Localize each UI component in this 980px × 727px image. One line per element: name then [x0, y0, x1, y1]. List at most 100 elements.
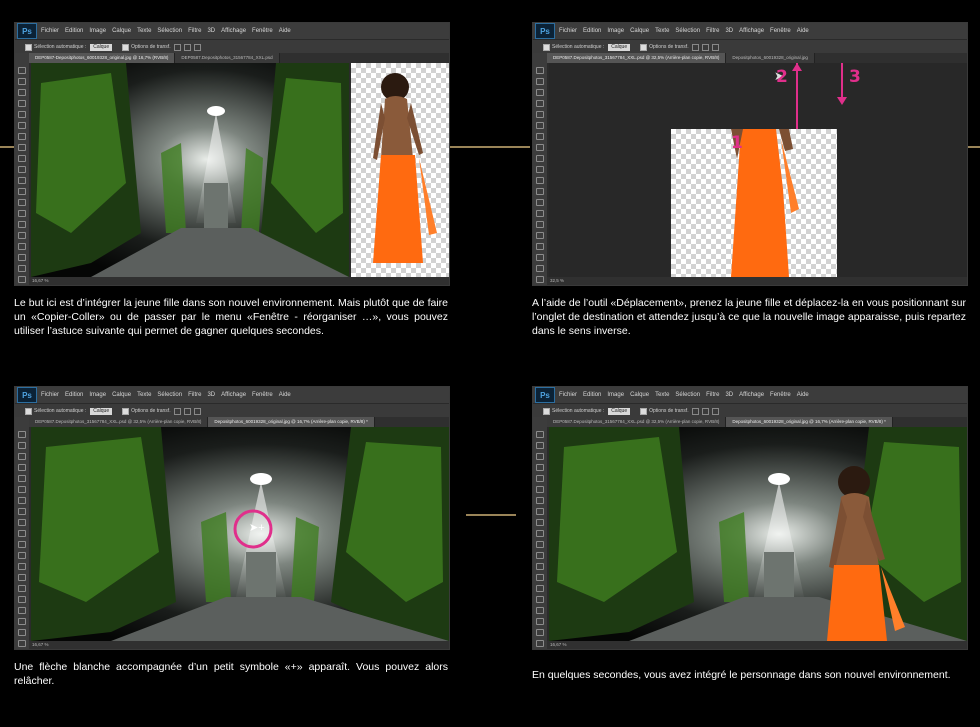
eraser-tool-icon[interactable] [536, 177, 544, 184]
menu-calque[interactable]: Calque [112, 28, 131, 34]
layer-select[interactable]: Calque [608, 407, 631, 415]
menu-affichage[interactable]: Affichage [739, 28, 764, 34]
document-tab[interactable]: DEP0587-Depositphotos_60019328_original.… [29, 53, 176, 63]
menu-fenetre[interactable]: Fenêtre [770, 392, 791, 398]
zoom-tool-icon[interactable] [18, 276, 26, 283]
menu-affichage[interactable]: Affichage [221, 28, 246, 34]
layer-select[interactable]: Calque [90, 407, 113, 415]
document-tab[interactable]: DEP0587.Depositphotos_31567784_XXL.psd @… [547, 417, 727, 427]
dodge-tool-icon[interactable] [18, 210, 26, 217]
menu-selection[interactable]: Sélection [675, 28, 700, 34]
healing-tool-icon[interactable] [536, 133, 544, 140]
menu-calque[interactable]: Calque [630, 392, 649, 398]
layer-select[interactable]: Calque [90, 43, 113, 51]
lasso-tool-icon[interactable] [18, 453, 26, 460]
menu-filtre[interactable]: Filtre [706, 392, 719, 398]
hand-tool-icon[interactable] [536, 629, 544, 636]
menu-fichier[interactable]: Fichier [41, 28, 59, 34]
crop-tool-icon[interactable] [536, 475, 544, 482]
lasso-tool-icon[interactable] [536, 453, 544, 460]
stamp-tool-icon[interactable] [536, 519, 544, 526]
wand-tool-icon[interactable] [18, 100, 26, 107]
dodge-tool-icon[interactable] [18, 574, 26, 581]
align-icon[interactable] [711, 407, 719, 415]
align-icon[interactable] [711, 43, 719, 51]
auto-select-checkbox[interactable] [25, 43, 32, 51]
menu-3d[interactable]: 3D [207, 28, 215, 34]
path-tool-icon[interactable] [536, 243, 544, 250]
menu-image[interactable]: Image [89, 28, 106, 34]
menu-aide[interactable]: Aide [797, 28, 809, 34]
type-tool-icon[interactable] [536, 596, 544, 603]
history-brush-icon[interactable] [18, 166, 26, 173]
path-tool-icon[interactable] [18, 607, 26, 614]
wand-tool-icon[interactable] [18, 464, 26, 471]
menu-aide[interactable]: Aide [279, 392, 291, 398]
align-icon[interactable] [193, 43, 201, 51]
pen-tool-icon[interactable] [18, 585, 26, 592]
auto-select-checkbox[interactable] [543, 407, 550, 415]
shape-tool-icon[interactable] [18, 254, 26, 261]
menu-image[interactable]: Image [89, 392, 106, 398]
align-icon[interactable] [183, 43, 191, 51]
menu-texte[interactable]: Texte [655, 28, 669, 34]
auto-select-checkbox[interactable] [25, 407, 32, 415]
menu-fichier[interactable]: Fichier [559, 392, 577, 398]
align-icon[interactable] [691, 407, 699, 415]
zoom-tool-icon[interactable] [536, 276, 544, 283]
align-icon[interactable] [183, 407, 191, 415]
hand-tool-icon[interactable] [18, 629, 26, 636]
shape-tool-icon[interactable] [536, 254, 544, 261]
menu-edition[interactable]: Edition [583, 28, 601, 34]
align-icon[interactable] [701, 407, 709, 415]
align-icon[interactable] [173, 43, 181, 51]
blur-tool-icon[interactable] [18, 563, 26, 570]
lasso-tool-icon[interactable] [536, 89, 544, 96]
menu-texte[interactable]: Texte [137, 28, 151, 34]
gradient-tool-icon[interactable] [536, 552, 544, 559]
document-tab[interactable]: DEP0587.Depositphotos_31567784_XXL.psd [175, 53, 280, 63]
blur-tool-icon[interactable] [18, 199, 26, 206]
menu-fenetre[interactable]: Fenêtre [252, 28, 273, 34]
eyedropper-tool-icon[interactable] [18, 486, 26, 493]
pen-tool-icon[interactable] [536, 585, 544, 592]
menu-edition[interactable]: Edition [65, 28, 83, 34]
menu-fenetre[interactable]: Fenêtre [770, 28, 791, 34]
document-tab[interactable]: Depositphotos_60019328_original.jpg @ 16… [726, 417, 893, 427]
eyedropper-tool-icon[interactable] [536, 486, 544, 493]
marquee-tool-icon[interactable] [536, 442, 544, 449]
transform-checkbox[interactable] [640, 43, 648, 51]
stamp-tool-icon[interactable] [18, 519, 26, 526]
zoom-tool-icon[interactable] [18, 640, 26, 647]
stamp-tool-icon[interactable] [536, 155, 544, 162]
gradient-tool-icon[interactable] [18, 552, 26, 559]
type-tool-icon[interactable] [536, 232, 544, 239]
menu-image[interactable]: Image [607, 392, 624, 398]
blur-tool-icon[interactable] [536, 199, 544, 206]
menu-selection[interactable]: Sélection [157, 28, 182, 34]
healing-tool-icon[interactable] [18, 133, 26, 140]
menu-aide[interactable]: Aide [279, 28, 291, 34]
menu-affichage[interactable]: Affichage [221, 392, 246, 398]
align-icon[interactable] [691, 43, 699, 51]
marquee-tool-icon[interactable] [18, 442, 26, 449]
menu-filtre[interactable]: Filtre [706, 28, 719, 34]
shape-tool-icon[interactable] [536, 618, 544, 625]
menu-texte[interactable]: Texte [137, 392, 151, 398]
type-tool-icon[interactable] [18, 596, 26, 603]
menu-image[interactable]: Image [607, 28, 624, 34]
menu-filtre[interactable]: Filtre [188, 392, 201, 398]
hand-tool-icon[interactable] [18, 265, 26, 272]
move-tool-icon[interactable] [18, 431, 26, 438]
wand-tool-icon[interactable] [536, 464, 544, 471]
eraser-tool-icon[interactable] [536, 541, 544, 548]
document-tab[interactable]: Depositphotos_60019328_original.jpg @ 16… [208, 417, 375, 427]
document-tab[interactable]: Depositphotos_60019328_original.jpg [726, 53, 815, 63]
menu-texte[interactable]: Texte [655, 392, 669, 398]
healing-tool-icon[interactable] [18, 497, 26, 504]
align-icon[interactable] [173, 407, 181, 415]
type-tool-icon[interactable] [18, 232, 26, 239]
brush-tool-icon[interactable] [18, 144, 26, 151]
stamp-tool-icon[interactable] [18, 155, 26, 162]
menu-aide[interactable]: Aide [797, 392, 809, 398]
